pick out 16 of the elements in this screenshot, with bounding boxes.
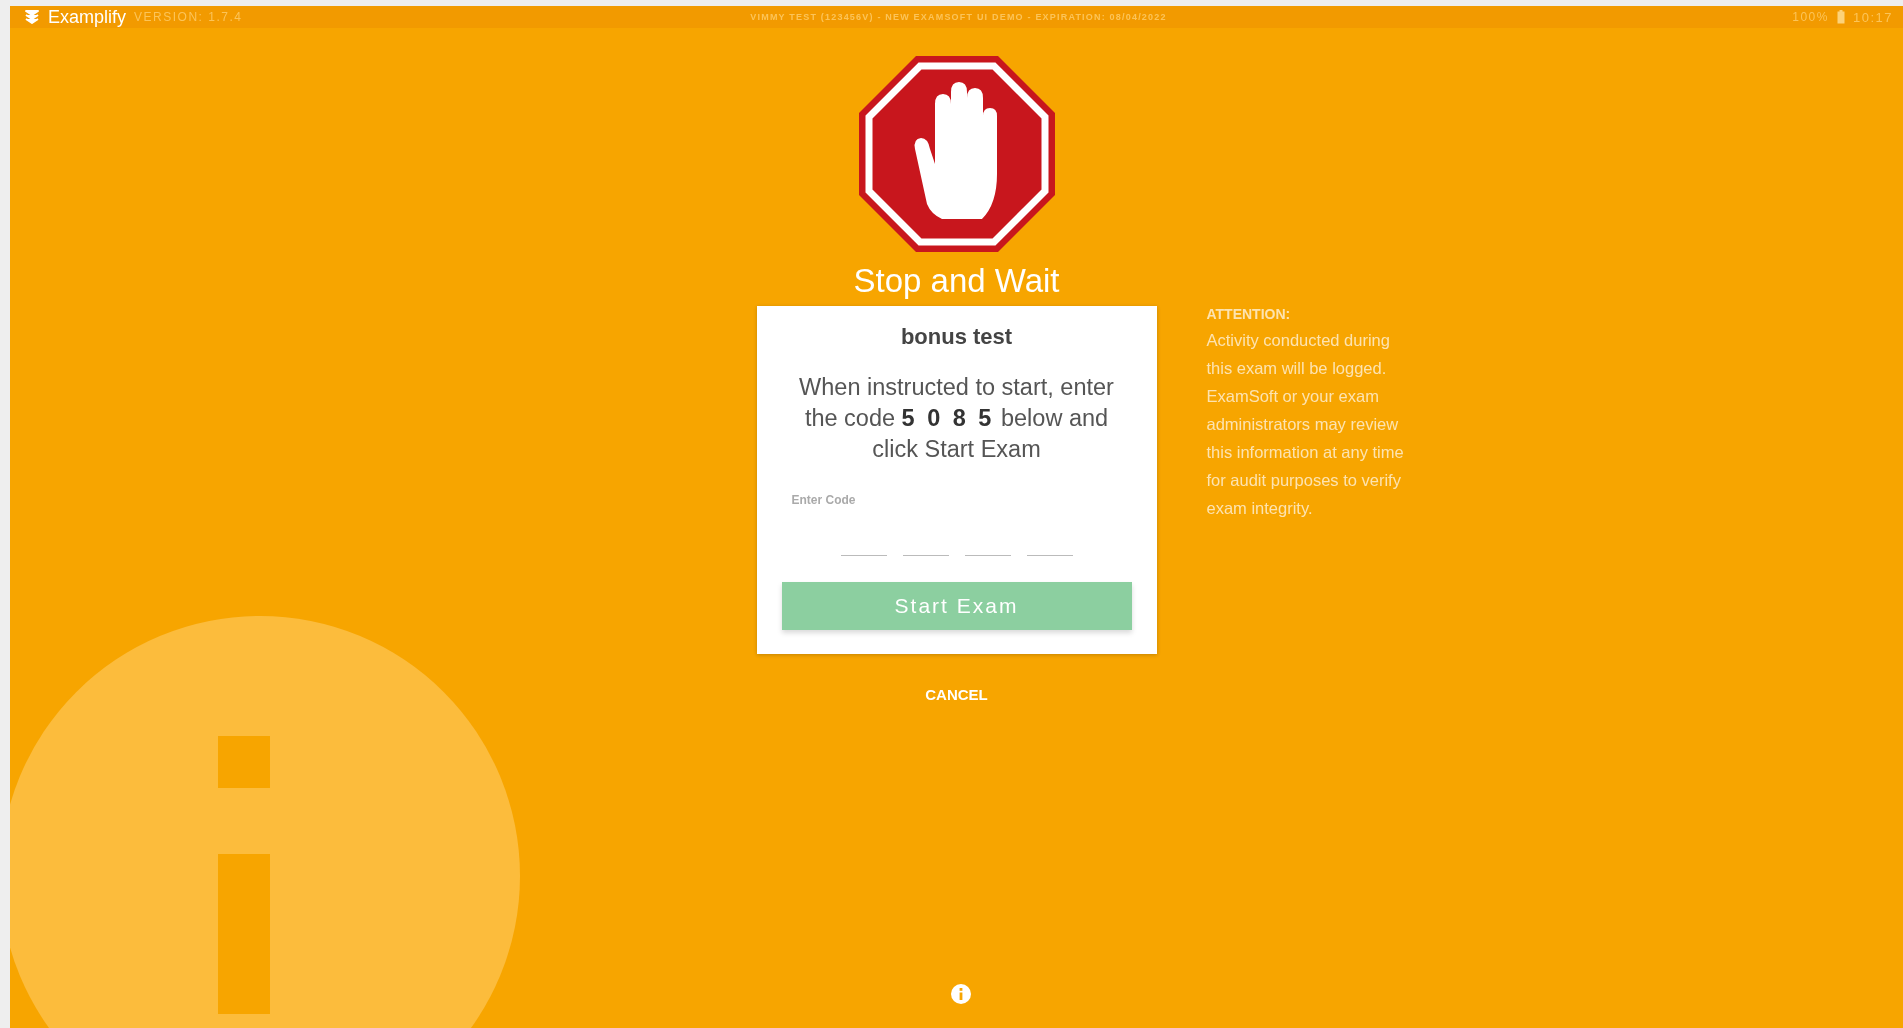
info-icon[interactable] [951, 984, 971, 1004]
stop-hand-icon [856, 54, 1057, 254]
clock: 10:17 [1852, 9, 1893, 25]
logo-icon [24, 9, 40, 25]
instruction-text: When instructed to start, enter the code 5 0 8 5 below and click Start Exam [798, 373, 1115, 464]
code-label: Enter Code [791, 493, 856, 507]
exam-title: bonus test [900, 324, 1013, 350]
attention-title: ATTENTION: [1206, 306, 1292, 322]
attention-text: Activity conducted during this exam will be logged. ExamSoft or your exam administrators may review this information at any time for audit purposes to verify exam integrity. [1206, 330, 1405, 519]
cancel-button[interactable]: CANCEL [917, 682, 996, 707]
exam-info: VIMMY TEST (123456V) - NEW EXAMSOFT UI DEMO - EXPIRATION: 08/04/2022 [750, 12, 1167, 22]
version-label: VERSION: 1.7.4 [134, 10, 243, 24]
battery-icon [1836, 10, 1845, 24]
page-heading: Stop and Wait [853, 262, 1060, 300]
app-name: Examplify [48, 6, 127, 28]
battery-level: 100% [1792, 10, 1829, 24]
